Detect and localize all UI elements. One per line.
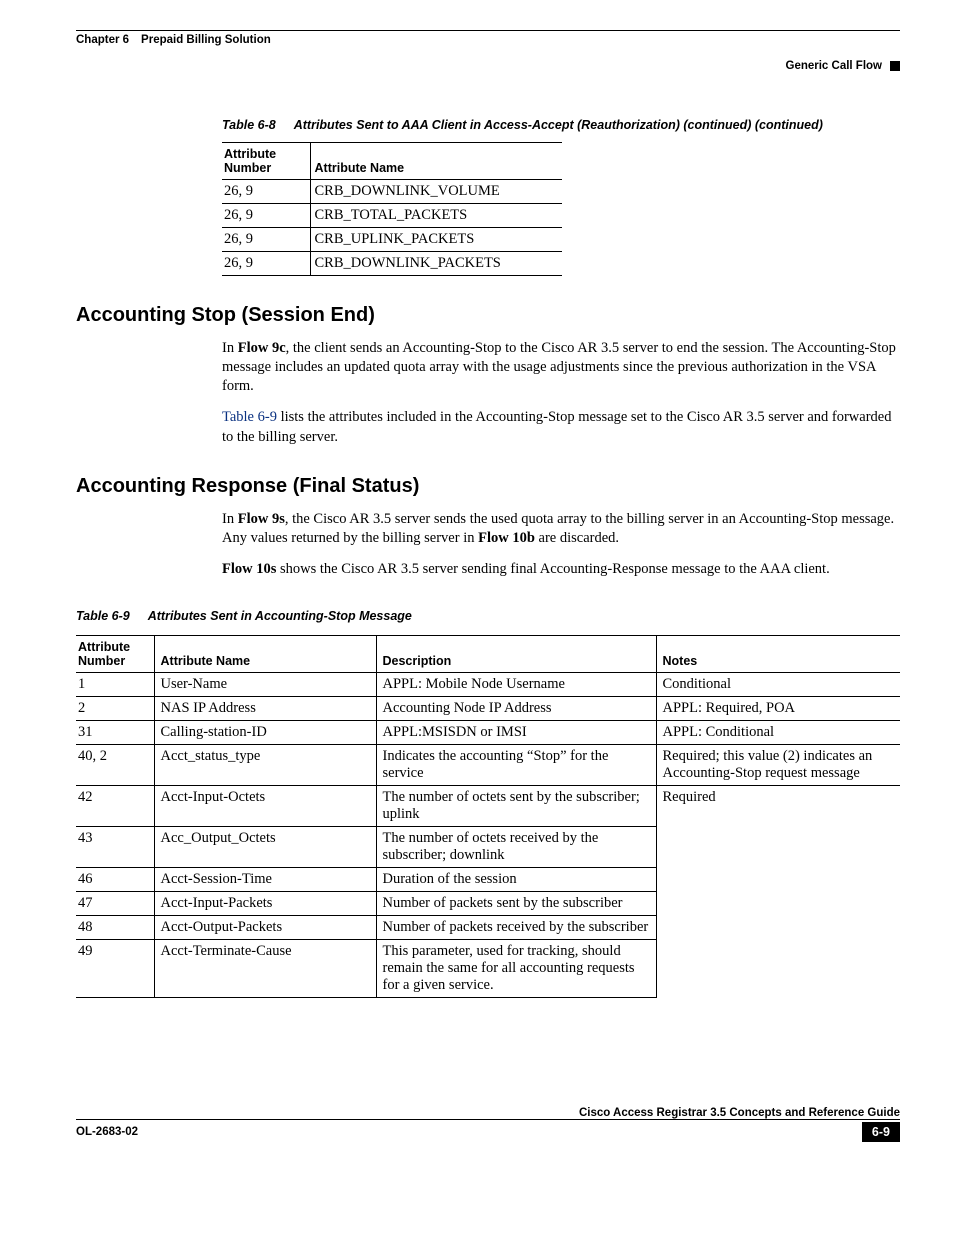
table-6-9: Attribute Number Attribute Name Descript… bbox=[76, 635, 900, 998]
chapter-number: Chapter 6 bbox=[76, 34, 129, 46]
col-header: Attribute Number bbox=[76, 636, 154, 673]
heading-accounting-response: Accounting Response (Final Status) bbox=[76, 475, 900, 498]
table-6-9-caption: Table 6-9Attributes Sent in Accounting-S… bbox=[76, 609, 900, 623]
heading-accounting-stop: Accounting Stop (Session End) bbox=[76, 304, 900, 327]
col-header: Attribute Name bbox=[154, 636, 376, 673]
chapter-title: Prepaid Billing Solution bbox=[141, 34, 271, 46]
document-page: Chapter 6 Prepaid Billing Solution Gener… bbox=[0, 0, 954, 1170]
table-6-8: Attribute Number Attribute Name 26, 9CRB… bbox=[222, 142, 562, 276]
book-title: Cisco Access Registrar 3.5 Concepts and … bbox=[579, 1107, 900, 1119]
table-row: 2NAS IP AddressAccounting Node IP Addres… bbox=[76, 697, 900, 721]
header: Chapter 6 Prepaid Billing Solution Gener… bbox=[76, 30, 900, 72]
table-row: 31Calling-station-IDAPPL:MSISDN or IMSIA… bbox=[76, 721, 900, 745]
doc-id: OL-2683-02 bbox=[76, 1126, 138, 1138]
section-right-label: Generic Call Flow bbox=[786, 60, 883, 72]
col-header: Description bbox=[376, 636, 656, 673]
col-header: Attribute Number bbox=[222, 143, 310, 180]
table-row: 26, 9CRB_TOTAL_PACKETS bbox=[222, 204, 562, 228]
table-row: 42Acct-Input-OctetsThe number of octets … bbox=[76, 786, 900, 827]
table-row: 26, 9CRB_UPLINK_PACKETS bbox=[222, 228, 562, 252]
table-6-9-link[interactable]: Table 6-9 bbox=[222, 409, 277, 425]
table-row: 40, 2Acct_status_typeIndicates the accou… bbox=[76, 745, 900, 786]
paragraph: Flow 10s shows the Cisco AR 3.5 server s… bbox=[76, 560, 900, 579]
paragraph: Table 6-9 lists the attributes included … bbox=[76, 408, 900, 446]
table-row: 26, 9CRB_DOWNLINK_PACKETS bbox=[222, 252, 562, 276]
paragraph: In Flow 9s, the Cisco AR 3.5 server send… bbox=[76, 510, 900, 548]
accent-square-icon bbox=[890, 61, 900, 71]
footer: Cisco Access Registrar 3.5 Concepts and … bbox=[76, 1109, 900, 1142]
paragraph: In Flow 9c, the client sends an Accounti… bbox=[76, 339, 900, 396]
table-row: 1User-NameAPPL: Mobile Node UsernameCond… bbox=[76, 673, 900, 697]
col-header: Attribute Name bbox=[310, 143, 562, 180]
table-6-8-caption: Table 6-8Attributes Sent to AAA Client i… bbox=[222, 118, 900, 132]
col-header: Notes bbox=[656, 636, 900, 673]
table-row: 26, 9CRB_DOWNLINK_VOLUME bbox=[222, 180, 562, 204]
page-number-badge: 6-9 bbox=[862, 1122, 900, 1142]
